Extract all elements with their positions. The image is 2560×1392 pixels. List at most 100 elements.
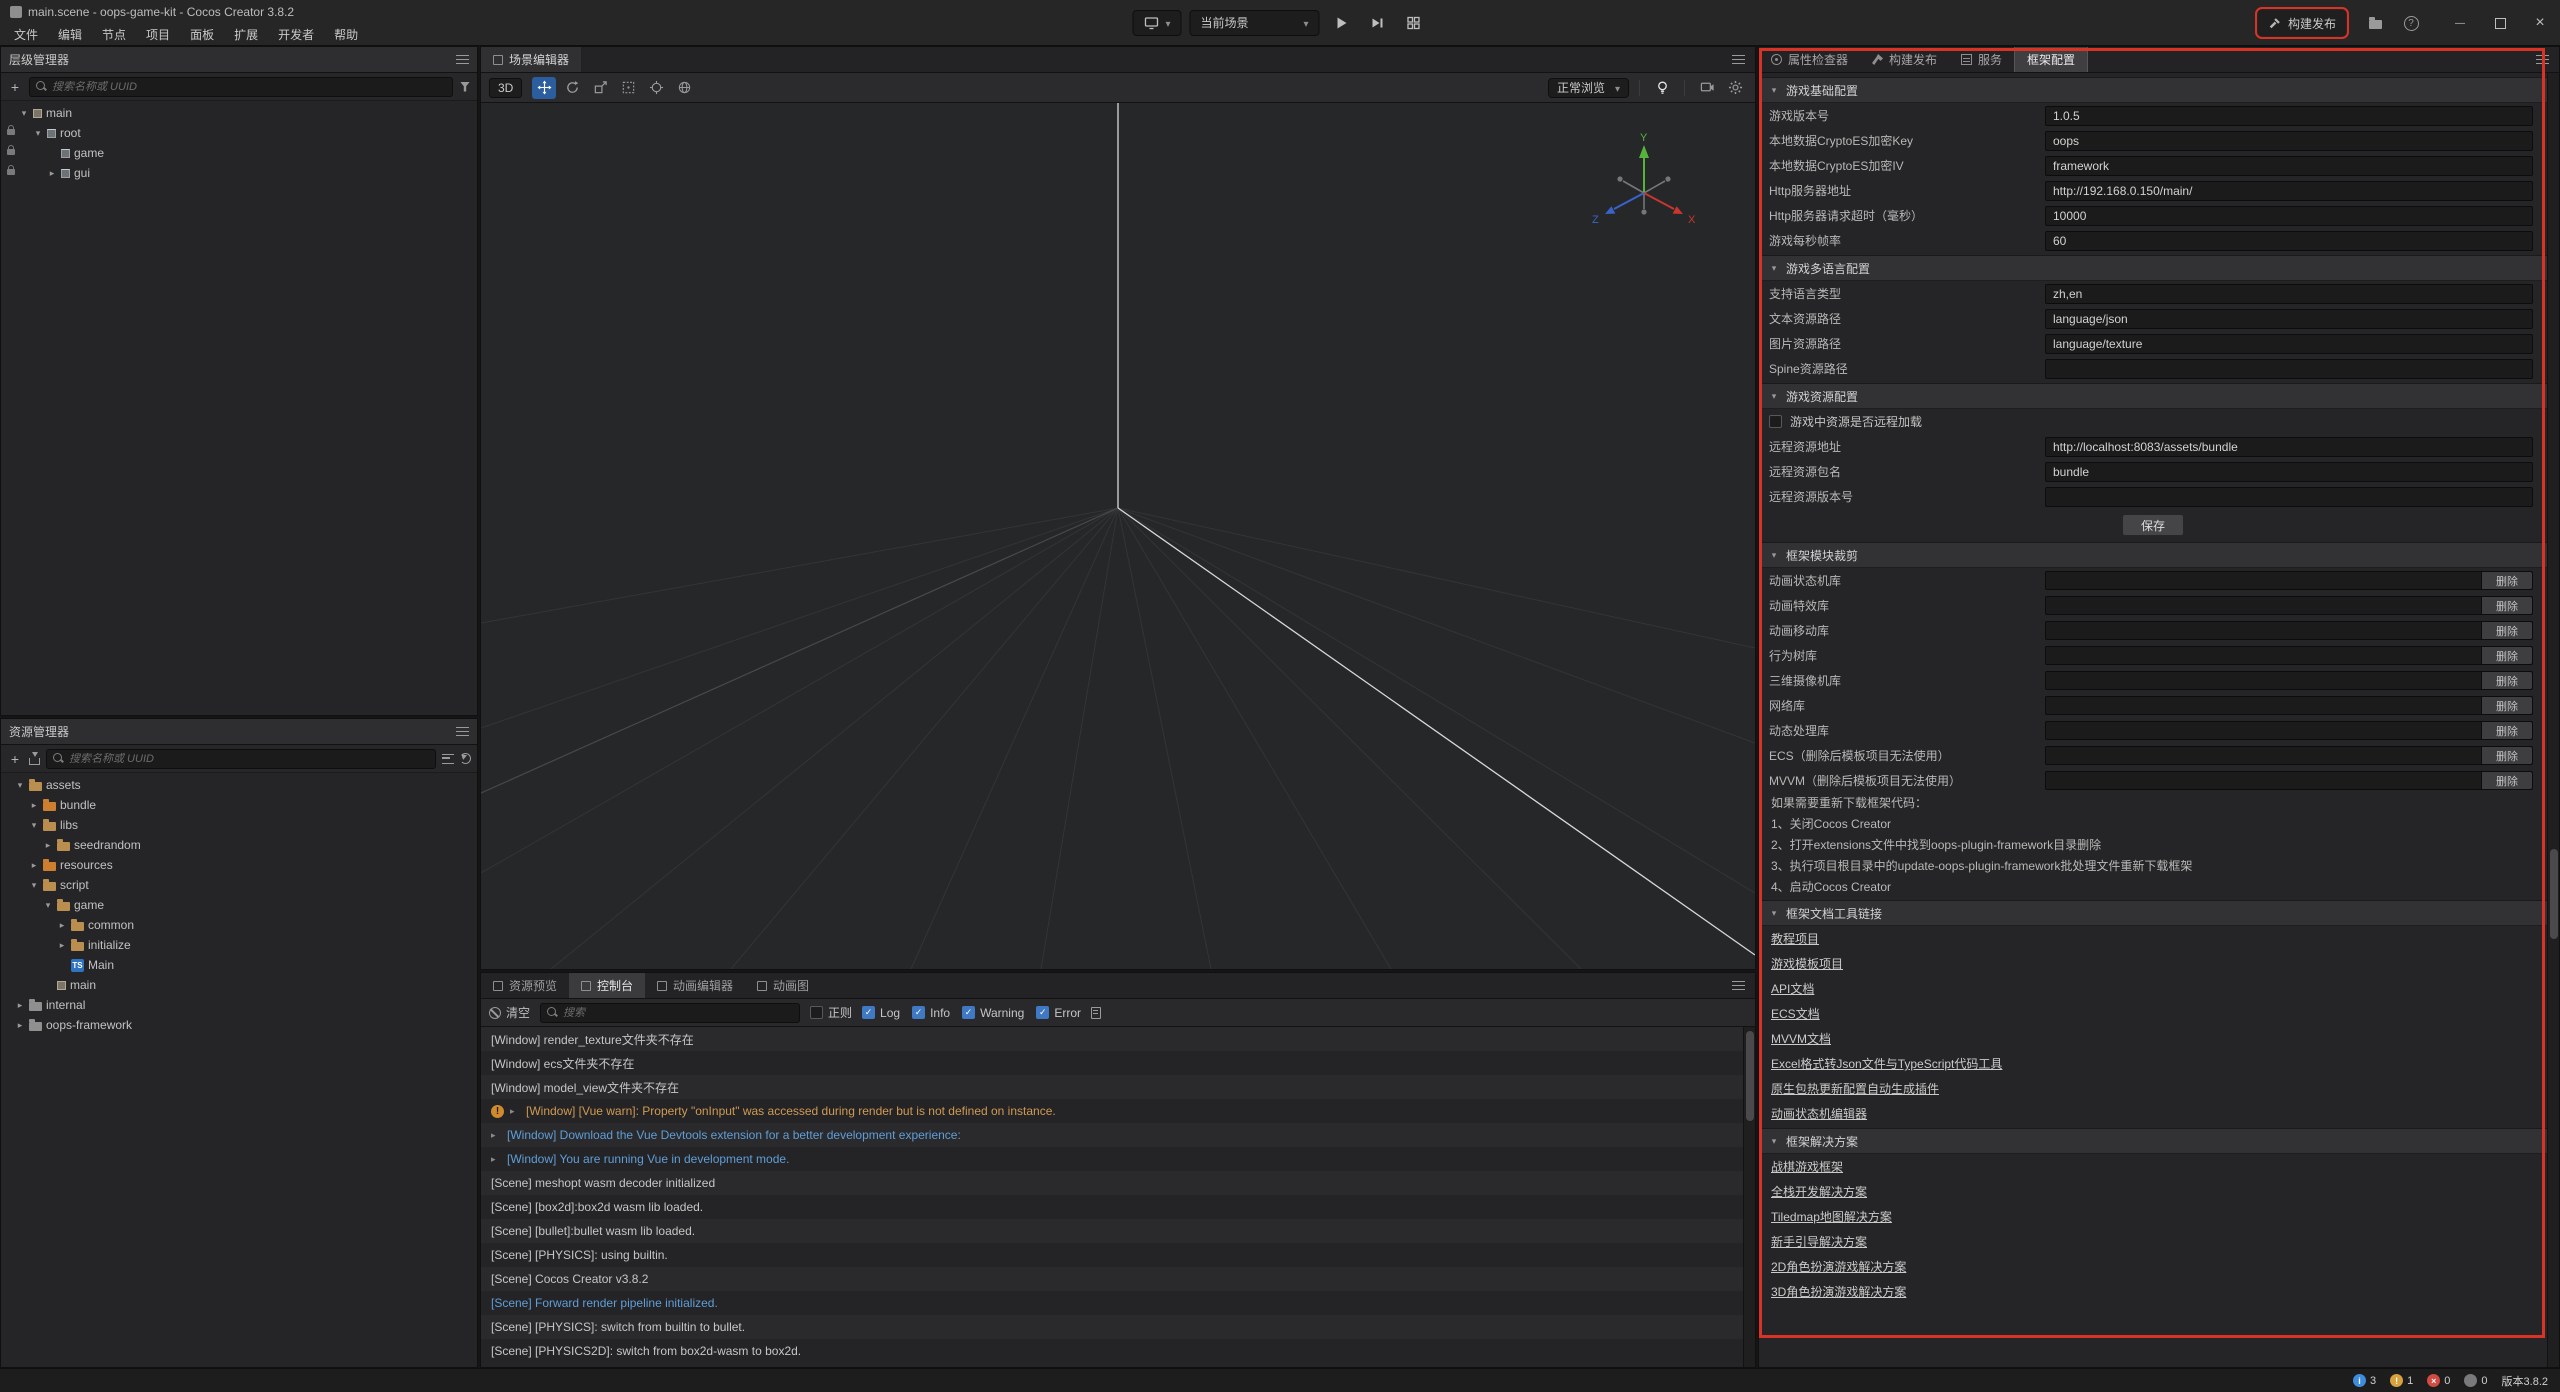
checkbox-icon[interactable] <box>1769 415 1782 428</box>
checkbox-icon[interactable] <box>810 1006 823 1019</box>
remote-load-checkbox-row[interactable]: 游戏中资源是否远程加载 <box>1759 409 2547 434</box>
delete-module-button[interactable]: 删除 <box>2481 572 2532 589</box>
expand-arrow[interactable] <box>19 108 29 119</box>
text-field[interactable]: zh,en <box>2045 284 2533 304</box>
doc-link[interactable]: 3D角色扮演游戏解决方案 <box>1771 1283 1906 1300</box>
expand-arrow[interactable] <box>15 1000 25 1011</box>
asset-item[interactable]: TSMain <box>1 955 477 975</box>
section-header[interactable]: 框架文档工具链接 <box>1759 900 2547 926</box>
text-field[interactable]: http://192.168.0.150/main/ <box>2045 181 2533 201</box>
asset-item[interactable]: game <box>1 895 477 915</box>
text-field[interactable] <box>2045 359 2533 379</box>
expand-arrow[interactable] <box>491 1154 501 1165</box>
clear-console-button[interactable]: 清空 <box>489 1004 530 1021</box>
delete-module-button[interactable]: 删除 <box>2481 747 2532 764</box>
export-log-icon[interactable] <box>1091 1007 1101 1019</box>
expand-arrow[interactable] <box>29 860 39 871</box>
scale-tool-button[interactable] <box>588 77 612 99</box>
text-field[interactable]: 10000 <box>2045 206 2533 226</box>
delete-module-button[interactable]: 删除 <box>2481 697 2532 714</box>
asset-item[interactable]: script <box>1 875 477 895</box>
section-header[interactable]: 框架模块裁剪 <box>1759 542 2547 568</box>
console-tab[interactable]: 动画图 <box>745 973 821 998</box>
asset-item[interactable]: bundle <box>1 795 477 815</box>
text-field[interactable]: bundle <box>2045 462 2533 482</box>
camera-preview-button[interactable] <box>1695 77 1719 99</box>
close-button[interactable] <box>2520 0 2560 46</box>
inspector-tab[interactable]: 框架配置 <box>2014 47 2088 72</box>
hierarchy-node[interactable]: game <box>1 143 477 163</box>
doc-link[interactable]: 动画状态机编辑器 <box>1771 1105 1867 1122</box>
doc-link[interactable]: MVVM文档 <box>1771 1030 1831 1047</box>
axis-gizmo[interactable]: Y X Z <box>1589 133 1699 236</box>
log-row[interactable]: [Scene] Cocos Creator v3.8.2 <box>481 1267 1743 1291</box>
inspector-scrollbar[interactable] <box>2547 73 2559 1367</box>
expand-arrow[interactable] <box>29 820 39 831</box>
doc-link[interactable]: 全栈开发解决方案 <box>1771 1183 1867 1200</box>
delete-module-button[interactable]: 删除 <box>2481 672 2532 689</box>
checkbox-checked-icon[interactable] <box>862 1006 875 1019</box>
tab-scene-editor[interactable]: 场景编辑器 <box>481 47 581 72</box>
log-row[interactable]: [Scene] [PHYSICS]: using builtin. <box>481 1243 1743 1267</box>
expand-arrow[interactable] <box>47 168 57 179</box>
doc-link[interactable]: ECS文档 <box>1771 1005 1820 1022</box>
log-row[interactable]: [Scene] [PHYSICS2D]: switch from box2d-w… <box>481 1339 1743 1363</box>
inspector-tab[interactable]: 属性检查器 <box>1759 47 1860 72</box>
log-row[interactable]: [Window] model_view文件夹不存在 <box>481 1075 1743 1099</box>
space-toggle-button[interactable] <box>672 77 696 99</box>
checkbox-checked-icon[interactable] <box>1036 1006 1049 1019</box>
log-filter[interactable]: Log <box>862 1006 900 1020</box>
layout-grid-button[interactable] <box>1400 10 1428 36</box>
doc-link[interactable]: 原生包热更新配置自动生成插件 <box>1771 1080 1939 1097</box>
menu-item[interactable]: 帮助 <box>324 23 368 45</box>
menu-item[interactable]: 节点 <box>92 23 136 45</box>
panel-menu-icon[interactable] <box>1732 55 1745 64</box>
log-row[interactable]: [Window] Download the Vue Devtools exten… <box>481 1123 1743 1147</box>
maximize-button[interactable] <box>2480 0 2520 46</box>
log-row[interactable]: [Scene] Forward render pipeline initiali… <box>481 1291 1743 1315</box>
rect-tool-button[interactable] <box>616 77 640 99</box>
doc-link[interactable]: 教程项目 <box>1771 930 1819 947</box>
pivot-toggle-button[interactable] <box>644 77 668 99</box>
help-button[interactable] <box>2396 10 2426 36</box>
log-row[interactable]: [Window] [Vue warn]: Property "onInput" … <box>481 1099 1743 1123</box>
create-node-button[interactable] <box>7 79 23 95</box>
asset-item[interactable]: oops-framework <box>1 1015 477 1035</box>
expand-arrow[interactable] <box>57 940 67 951</box>
doc-link[interactable]: 2D角色扮演游戏解决方案 <box>1771 1258 1906 1275</box>
scene-viewport[interactable]: Y X Z <box>481 103 1755 969</box>
doc-link[interactable]: 游戏模板项目 <box>1771 955 1843 972</box>
menu-item[interactable]: 面板 <box>180 23 224 45</box>
regex-toggle[interactable]: 正则 <box>810 1004 852 1021</box>
move-tool-button[interactable] <box>532 77 556 99</box>
status-counter[interactable]: ×0 <box>2427 1374 2450 1387</box>
assets-search-input[interactable] <box>69 753 429 765</box>
checkbox-checked-icon[interactable] <box>962 1006 975 1019</box>
expand-arrow[interactable] <box>43 900 53 911</box>
lock-icon[interactable] <box>7 149 15 155</box>
import-asset-icon[interactable] <box>29 758 40 765</box>
log-row[interactable]: [Window] render_texture文件夹不存在 <box>481 1027 1743 1051</box>
panel-menu-icon[interactable] <box>1732 981 1745 990</box>
log-row[interactable]: [Scene] [PHYSICS]: switch from builtin t… <box>481 1315 1743 1339</box>
text-field[interactable]: 60 <box>2045 231 2533 251</box>
menu-item[interactable]: 项目 <box>136 23 180 45</box>
asset-item[interactable]: initialize <box>1 935 477 955</box>
asset-item[interactable]: internal <box>1 995 477 1015</box>
log-filter[interactable]: Warning <box>962 1006 1024 1020</box>
build-publish-button[interactable]: 构建发布 <box>2258 10 2346 36</box>
log-filter[interactable]: Info <box>912 1006 950 1020</box>
view-mode-select[interactable]: 正常浏览 <box>1548 78 1629 98</box>
expand-arrow[interactable] <box>29 880 39 891</box>
step-button[interactable] <box>1364 10 1392 36</box>
text-field[interactable]: language/json <box>2045 309 2533 329</box>
doc-link[interactable]: Excel格式转Json文件与TypeScript代码工具 <box>1771 1055 2002 1072</box>
doc-link[interactable]: Tiledmap地图解决方案 <box>1771 1208 1892 1225</box>
hierarchy-node[interactable]: gui <box>1 163 477 183</box>
status-counter[interactable]: !1 <box>2390 1374 2413 1387</box>
delete-module-button[interactable]: 删除 <box>2481 772 2532 789</box>
asset-item[interactable]: common <box>1 915 477 935</box>
expand-arrow[interactable] <box>29 800 39 811</box>
expand-arrow[interactable] <box>491 1130 501 1141</box>
console-tab[interactable]: 资源预览 <box>481 973 569 998</box>
